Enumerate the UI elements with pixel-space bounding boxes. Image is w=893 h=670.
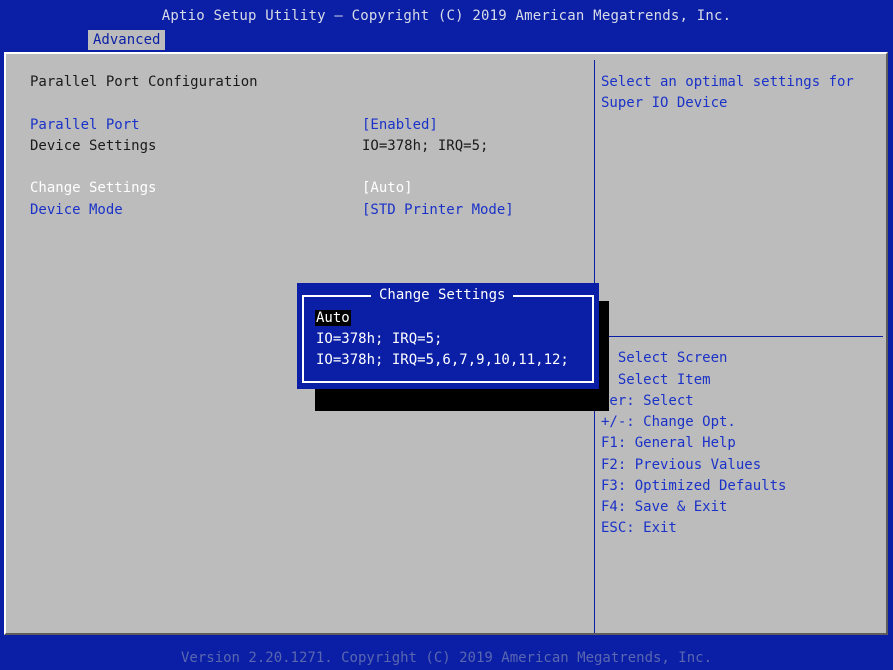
tab-advanced[interactable]: Advanced <box>88 30 166 50</box>
dialog-option-irq-multi[interactable]: IO=378h; IRQ=5,6,7,9,10,11,12; <box>316 352 569 368</box>
help-key-general-help: F1: General Help <box>601 435 736 451</box>
setting-device-settings-value: IO=378h; IRQ=5; <box>362 138 489 154</box>
help-divider-horizontal <box>596 336 883 337</box>
setting-device-settings-label: Device Settings <box>30 138 157 154</box>
help-key-previous-values: F2: Previous Values <box>601 457 762 473</box>
help-description-line-2: Super IO Device <box>601 95 728 111</box>
help-key-enter-select: ter: Select <box>601 393 694 409</box>
setting-change-settings-value[interactable]: [Auto] <box>362 180 413 196</box>
help-key-optimized-defaults: F3: Optimized Defaults <box>601 478 787 494</box>
setting-change-settings-label[interactable]: Change Settings <box>30 180 156 196</box>
section-title: Parallel Port Configuration <box>30 74 258 90</box>
help-description-line-1: Select an optimal settings for <box>601 74 854 90</box>
change-settings-dialog: Change Settings Auto IO=378h; IRQ=5; IO=… <box>297 283 599 389</box>
setting-device-mode-label[interactable]: Device Mode <box>30 202 123 218</box>
footer-version: Version 2.20.1271. Copyright (C) 2019 Am… <box>180 650 712 666</box>
setting-parallel-port-label[interactable]: Parallel Port <box>30 117 140 133</box>
dialog-option-auto[interactable]: Auto <box>315 310 351 326</box>
help-key-esc-exit: ESC: Exit <box>601 520 677 536</box>
setting-parallel-port-value[interactable]: [Enabled] <box>362 117 438 133</box>
dialog-option-irq5[interactable]: IO=378h; IRQ=5; <box>316 331 442 347</box>
help-key-change-opt: +/-: Change Opt. <box>601 414 736 430</box>
help-key-select-screen: : Select Screen <box>601 350 728 366</box>
setting-device-mode-value[interactable]: [STD Printer Mode] <box>362 202 514 218</box>
help-key-select-item: : Select Item <box>601 372 711 388</box>
dialog-title: Change Settings <box>371 287 514 303</box>
app-title: Aptio Setup Utility – Copyright (C) 2019… <box>161 8 732 24</box>
help-key-save-exit: F4: Save & Exit <box>601 499 728 515</box>
